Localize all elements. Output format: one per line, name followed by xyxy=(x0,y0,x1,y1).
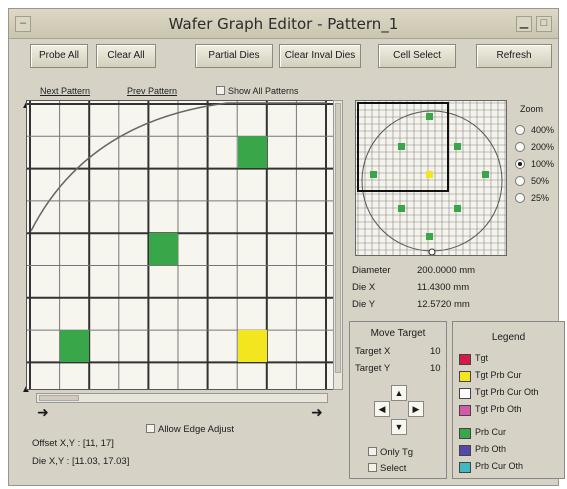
overview-svg xyxy=(356,101,506,255)
die-y-value: 12.5720 mm xyxy=(417,299,470,310)
target-y-label: Target Y xyxy=(355,363,391,374)
legend-swatch xyxy=(459,462,471,473)
select-checkbox[interactable]: Select xyxy=(368,463,406,474)
move-up-button[interactable]: ▲ xyxy=(391,385,407,401)
wafer-notch xyxy=(428,248,436,255)
target-x-value: 10 xyxy=(430,346,441,357)
checkbox-box xyxy=(368,447,377,456)
zoom-label: Zoom xyxy=(520,104,544,114)
x-axis-end-arrow-icon: ➜ xyxy=(311,404,323,420)
show-all-patterns-label: Show All Patterns xyxy=(228,86,299,96)
x-axis-right-arrow-icon: ➜ xyxy=(37,404,49,420)
target-y-value: 10 xyxy=(430,363,441,374)
die-x-value: 11.4300 mm xyxy=(417,282,470,293)
wafer-outline xyxy=(361,110,503,252)
die-probe-current[interactable] xyxy=(60,330,89,362)
move-target-panel: Move Target Target X 10 Target Y 10 ▲ ◀ … xyxy=(349,321,447,479)
maximize-button[interactable]: □ xyxy=(536,16,552,32)
show-all-patterns-checkbox[interactable]: Show All Patterns xyxy=(216,86,299,96)
wafer-grid-svg xyxy=(27,101,333,389)
legend-label: Tgt Prb Cur xyxy=(475,370,522,380)
die-x-label: Die X xyxy=(352,282,376,293)
legend-swatch xyxy=(459,428,471,439)
legend-swatch xyxy=(459,405,471,416)
refresh-button[interactable]: Refresh xyxy=(476,44,552,68)
next-pattern-link[interactable]: Next Pattern xyxy=(40,86,90,96)
clear-inval-dies-button[interactable]: Clear Inval Dies xyxy=(279,44,361,68)
horizontal-scrollbar[interactable] xyxy=(36,393,328,403)
legend-label: Prb Cur xyxy=(475,427,507,437)
radio-button[interactable] xyxy=(515,125,525,135)
toolbar: Probe All Clear All Partial Dies Clear I… xyxy=(0,44,567,70)
die-probe-current[interactable] xyxy=(149,233,178,265)
probe-all-button[interactable]: Probe All xyxy=(30,44,88,68)
die-y-label: Die Y xyxy=(352,299,376,310)
target-x-label: Target X xyxy=(355,346,391,357)
title-bar: – Wafer Graph Editor - Pattern_1 ▁ □ xyxy=(9,9,558,39)
legend-swatch xyxy=(459,354,471,365)
offset-readout: Offset X,Y : [11, 17] xyxy=(32,438,114,449)
vertical-scrollbar[interactable] xyxy=(333,100,343,390)
only-tg-label: Only Tg xyxy=(380,447,414,458)
select-label: Select xyxy=(380,463,407,474)
only-tg-checkbox[interactable]: Only Tg xyxy=(368,447,413,458)
overview-target-mark xyxy=(426,171,433,178)
legend-label: Tgt Prb Cur Oth xyxy=(475,387,539,397)
vertical-scroll-thumb[interactable] xyxy=(335,103,341,373)
allow-edge-adjust-label: Allow Edge Adjust xyxy=(158,424,235,435)
zoom-option-label: 50% xyxy=(531,176,550,186)
wafer-edge-arc xyxy=(30,102,327,232)
overview-grid-lines xyxy=(356,101,506,255)
legend-label: Tgt Prb Oth xyxy=(475,404,522,414)
prev-pattern-link[interactable]: Prev Pattern xyxy=(127,86,177,96)
horizontal-scroll-thumb[interactable] xyxy=(39,395,79,401)
move-down-button[interactable]: ▼ xyxy=(391,419,407,435)
legend-label: Prb Oth xyxy=(475,444,507,454)
zoom-option-label: 100% xyxy=(531,159,555,169)
legend-swatch xyxy=(459,371,471,382)
checkbox-box xyxy=(216,86,225,95)
die-probe-current[interactable] xyxy=(238,136,267,168)
legend-panel: Legend Tgt Tgt Prb Cur Tgt Prb Cur Oth Tgt … xyxy=(452,321,565,479)
legend-swatch xyxy=(459,388,471,399)
radio-button[interactable] xyxy=(515,142,525,152)
legend-title: Legend xyxy=(491,332,526,343)
legend-label: Prb Cur Oth xyxy=(475,461,524,471)
move-target-title: Move Target xyxy=(370,328,426,339)
cell-select-button[interactable]: Cell Select xyxy=(378,44,456,68)
die-target-probe-current[interactable] xyxy=(238,330,267,362)
legend-swatch xyxy=(459,445,471,456)
die-readout: Die X,Y : [11.03, 17.03] xyxy=(32,456,130,467)
zoom-option-label: 200% xyxy=(531,142,555,152)
zoom-option-label: 25% xyxy=(531,193,550,203)
radio-button[interactable] xyxy=(515,176,525,186)
partial-dies-button[interactable]: Partial Dies xyxy=(195,44,273,68)
wafer-overview-map[interactable] xyxy=(355,100,507,256)
allow-edge-adjust-checkbox[interactable]: Allow Edge Adjust xyxy=(146,424,234,435)
clear-all-button[interactable]: Clear All xyxy=(96,44,156,68)
wafer-map-grid[interactable] xyxy=(26,100,334,390)
diameter-value: 200.0000 mm xyxy=(417,265,476,276)
window-title: Wafer Graph Editor - Pattern_1 xyxy=(168,15,399,33)
minimize-button[interactable]: ▁ xyxy=(516,16,532,32)
zoom-option-label: 400% xyxy=(531,125,555,135)
radio-button-selected[interactable] xyxy=(515,159,525,169)
diameter-label: Diameter xyxy=(352,265,391,276)
radio-button[interactable] xyxy=(515,193,525,203)
legend-label: Tgt xyxy=(475,353,489,363)
checkbox-box xyxy=(368,463,377,472)
checkbox-box xyxy=(146,424,155,433)
move-left-button[interactable]: ◀ xyxy=(374,401,390,417)
move-right-button[interactable]: ▶ xyxy=(408,401,424,417)
